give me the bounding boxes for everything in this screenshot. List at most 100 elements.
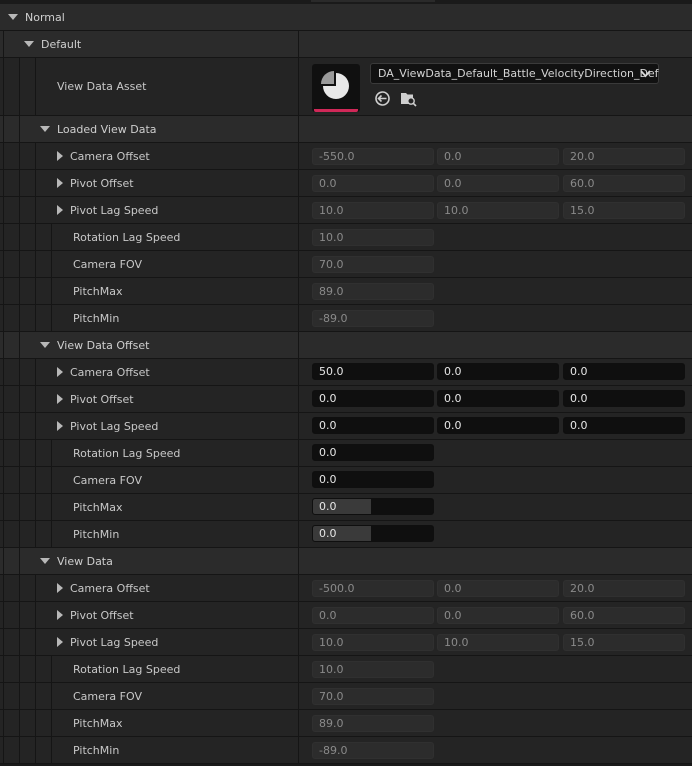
offset-pivot-lag-speed-z-field[interactable]: 0.0 [563, 417, 685, 434]
expand-arrow-icon[interactable] [57, 610, 63, 620]
view-camera-offset-y-field[interactable]: 0.0 [437, 580, 559, 597]
expand-arrow-icon[interactable] [57, 178, 63, 188]
rotation-lag-speed-field[interactable]: 10.0 [312, 229, 434, 246]
view-camera-offset-x-field[interactable]: -500.0 [312, 580, 434, 597]
view-pivot-lag-speed-z-field[interactable]: 15.0 [563, 634, 685, 651]
property-label: PitchMax [73, 716, 123, 730]
view-pivot-lag-speed-x-field[interactable]: 10.0 [312, 634, 434, 651]
view-pivot-lag-speed-y-field[interactable]: 10.0 [437, 634, 559, 651]
property-label: Pivot Offset [70, 176, 134, 190]
camera-offset-z-field[interactable]: 20.0 [563, 148, 685, 165]
category-normal-label: Normal [25, 10, 65, 24]
view-pivot-offset-z-field[interactable]: 60.0 [563, 607, 685, 624]
asset-thumbnail[interactable] [312, 64, 360, 112]
category-default-label: Default [41, 37, 82, 51]
collapse-arrow-icon[interactable] [40, 558, 50, 564]
pitch-max-field[interactable]: 89.0 [312, 283, 434, 300]
category-view-data-offset[interactable]: View Data Offset [0, 332, 692, 359]
pivot-offset-y-field[interactable]: 0.0 [437, 175, 559, 192]
view-data-asset-value: DA_ViewData_Default_Battle_VelocityDirec… [378, 67, 659, 80]
offset-camera-offset-x-field[interactable]: 50.0 [312, 363, 434, 380]
expand-arrow-icon[interactable] [57, 421, 63, 431]
expand-arrow-icon[interactable] [57, 205, 63, 215]
view-pivot-offset-y-field[interactable]: 0.0 [437, 607, 559, 624]
offset-pitch-min-slider[interactable]: 0.0 [312, 525, 434, 542]
use-selected-arrow-icon[interactable] [374, 90, 391, 107]
offset-pivot-lag-speed-row: Pivot Lag Speed 0.0 0.0 0.0 [0, 413, 692, 440]
view-camera-offset-row: Camera Offset -500.0 0.0 20.0 [0, 575, 692, 602]
view-pitch-min-field[interactable]: -89.0 [312, 742, 434, 759]
camera-fov-field[interactable]: 70.0 [312, 256, 434, 273]
view-data-header[interactable]: View Data [40, 548, 113, 574]
category-default-header[interactable]: Default [24, 31, 81, 57]
pivot-lag-speed-z-field[interactable]: 15.0 [563, 202, 685, 219]
view-data-asset-combo[interactable]: DA_ViewData_Default_Battle_VelocityDirec… [370, 63, 659, 84]
camera-offset-y-field[interactable]: 0.0 [437, 148, 559, 165]
collapse-arrow-icon[interactable] [40, 342, 50, 348]
pitch-min-field[interactable]: -89.0 [312, 310, 434, 327]
view-pivot-offset-row: Pivot Offset 0.0 0.0 60.0 [0, 602, 692, 629]
offset-rotation-lag-speed-field[interactable]: 0.0 [312, 444, 434, 461]
property-label: PitchMin [73, 743, 120, 757]
collapse-arrow-icon[interactable] [8, 14, 18, 20]
pivot-offset-z-field[interactable]: 60.0 [563, 175, 685, 192]
camera-offset-x-field[interactable]: -550.0 [312, 148, 434, 165]
pivot-offset-x-field[interactable]: 0.0 [312, 175, 434, 192]
property-label: PitchMax [73, 500, 123, 514]
pivot-lag-speed-x-field[interactable]: 10.0 [312, 202, 434, 219]
offset-camera-offset-row: Camera Offset 50.0 0.0 0.0 [0, 359, 692, 386]
offset-pivot-lag-speed-y-field[interactable]: 0.0 [437, 417, 559, 434]
offset-pivot-offset-y-field[interactable]: 0.0 [437, 390, 559, 407]
loaded-pitch-max-row: PitchMax 89.0 [0, 278, 692, 305]
offset-pivot-lag-speed-x-field[interactable]: 0.0 [312, 417, 434, 434]
view-rotation-lag-speed-field[interactable]: 10.0 [312, 661, 434, 678]
offset-pivot-offset-row: Pivot Offset 0.0 0.0 0.0 [0, 386, 692, 413]
property-label: Camera FOV [73, 473, 142, 487]
category-normal[interactable]: Normal [0, 4, 692, 31]
view-pitch-max-row: PitchMax 89.0 [0, 710, 692, 737]
loaded-view-data-header[interactable]: Loaded View Data [40, 116, 157, 142]
view-pitch-min-row: PitchMin -89.0 [0, 737, 692, 764]
view-camera-fov-field[interactable]: 70.0 [312, 688, 434, 705]
property-label: Rotation Lag Speed [73, 446, 181, 460]
offset-pitch-max-slider[interactable]: 0.0 [312, 498, 434, 515]
view-camera-offset-z-field[interactable]: 20.0 [563, 580, 685, 597]
view-rotation-lag-speed-row: Rotation Lag Speed 10.0 [0, 656, 692, 683]
offset-pivot-offset-z-field[interactable]: 0.0 [563, 390, 685, 407]
pivot-lag-speed-y-field[interactable]: 10.0 [437, 202, 559, 219]
loaded-pitch-min-row: PitchMin -89.0 [0, 305, 692, 332]
view-pitch-max-field[interactable]: 89.0 [312, 715, 434, 732]
category-normal-header[interactable]: Normal [8, 4, 65, 30]
property-label: Rotation Lag Speed [73, 230, 181, 244]
expand-arrow-icon[interactable] [57, 637, 63, 647]
data-asset-pie-icon [321, 71, 349, 99]
offset-camera-fov-row: Camera FOV 0.0 [0, 467, 692, 494]
view-camera-fov-row: Camera FOV 70.0 [0, 683, 692, 710]
view-data-offset-label: View Data Offset [57, 338, 150, 352]
view-data-offset-header[interactable]: View Data Offset [40, 332, 149, 358]
expand-arrow-icon[interactable] [57, 367, 63, 377]
offset-camera-offset-y-field[interactable]: 0.0 [437, 363, 559, 380]
loaded-camera-fov-row: Camera FOV 70.0 [0, 251, 692, 278]
category-default[interactable]: Default [0, 31, 692, 58]
loaded-camera-offset-row: Camera Offset -550.0 0.0 20.0 [0, 143, 692, 170]
offset-pivot-offset-x-field[interactable]: 0.0 [312, 390, 434, 407]
property-label: Pivot Offset [70, 392, 134, 406]
view-pivot-offset-x-field[interactable]: 0.0 [312, 607, 434, 624]
expand-arrow-icon[interactable] [57, 151, 63, 161]
offset-camera-offset-z-field[interactable]: 0.0 [563, 363, 685, 380]
offset-camera-fov-field[interactable]: 0.0 [312, 471, 434, 488]
property-label: Camera FOV [73, 689, 142, 703]
expand-arrow-icon[interactable] [57, 394, 63, 404]
collapse-arrow-icon[interactable] [24, 41, 34, 47]
offset-pitch-max-row: PitchMax 0.0 [0, 494, 692, 521]
loaded-pivot-offset-row: Pivot Offset 0.0 0.0 60.0 [0, 170, 692, 197]
browse-folder-search-icon[interactable] [400, 90, 417, 107]
category-loaded-view-data[interactable]: Loaded View Data [0, 116, 692, 143]
expand-arrow-icon[interactable] [57, 583, 63, 593]
category-view-data[interactable]: View Data [0, 548, 692, 575]
collapse-arrow-icon[interactable] [40, 126, 50, 132]
property-label: Camera Offset [70, 581, 150, 595]
property-label: PitchMax [73, 284, 123, 298]
offset-rotation-lag-speed-row: Rotation Lag Speed 0.0 [0, 440, 692, 467]
